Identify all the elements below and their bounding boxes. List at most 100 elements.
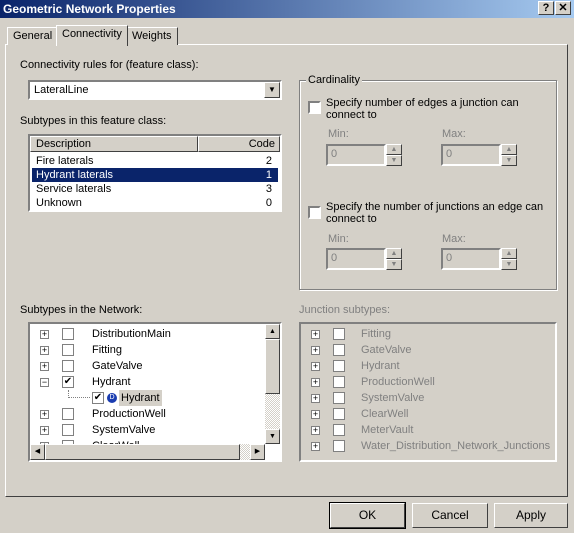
- junctions-min-input[interactable]: 0: [326, 248, 386, 270]
- tree-item-label: Fitting: [92, 344, 122, 356]
- tree-item[interactable]: ✔ D Hydrant: [30, 390, 265, 406]
- spin-down-icon[interactable]: ▼: [501, 259, 517, 270]
- tree-checkbox[interactable]: [333, 344, 345, 356]
- tree-checkbox[interactable]: [333, 328, 345, 340]
- scroll-up-icon[interactable]: ▲: [265, 324, 280, 339]
- expand-toggle-icon[interactable]: +: [40, 410, 49, 419]
- horizontal-scroll-thumb[interactable]: [45, 444, 240, 460]
- expand-toggle-icon[interactable]: +: [40, 362, 49, 371]
- tree-item[interactable]: + Fitting: [30, 342, 265, 358]
- expand-toggle-icon[interactable]: +: [311, 346, 320, 355]
- tree-checkbox[interactable]: [333, 424, 345, 436]
- edges-checkbox[interactable]: [308, 101, 321, 114]
- edges-min-label: Min:: [328, 128, 349, 140]
- spin-up-icon[interactable]: ▲: [386, 248, 402, 259]
- horizontal-scrollbar[interactable]: ◀ ▶: [30, 444, 265, 460]
- feature-class-dropdown[interactable]: LateralLine ▼: [28, 80, 282, 100]
- spin-up-icon[interactable]: ▲: [386, 144, 402, 155]
- expand-toggle-icon[interactable]: +: [311, 362, 320, 371]
- expand-toggle-icon[interactable]: +: [311, 378, 320, 387]
- edges-min-input[interactable]: 0: [326, 144, 386, 166]
- spin-up-icon[interactable]: ▲: [501, 248, 517, 259]
- tree-item[interactable]: + ProductionWell: [301, 374, 551, 390]
- tree-checkbox[interactable]: ✔: [92, 392, 104, 404]
- tree-checkbox[interactable]: [62, 360, 74, 372]
- tree-item[interactable]: + ClearWell: [301, 406, 551, 422]
- expand-toggle-icon[interactable]: +: [311, 410, 320, 419]
- tree-checkbox[interactable]: [333, 440, 345, 452]
- tree-connector: [68, 390, 90, 398]
- tree-item-label: Hydrant: [119, 390, 162, 406]
- expand-toggle-icon[interactable]: +: [311, 442, 320, 451]
- tree-checkbox[interactable]: [333, 408, 345, 420]
- list-item[interactable]: Unknown 0: [32, 196, 278, 210]
- tree-item[interactable]: + GateValve: [301, 342, 551, 358]
- spin-up-icon[interactable]: ▲: [501, 144, 517, 155]
- tree-checkbox[interactable]: [62, 424, 74, 436]
- tree-item[interactable]: + SystemValve: [30, 422, 265, 438]
- scroll-right-icon[interactable]: ▶: [250, 444, 265, 460]
- network-tree[interactable]: + DistributionMain + Fitting + GateValve − ✔ Hyd…: [28, 322, 282, 462]
- tree-item-label: DistributionMain: [92, 328, 171, 340]
- column-header-code[interactable]: Code: [198, 136, 280, 152]
- help-button[interactable]: ?: [538, 1, 554, 15]
- expand-toggle-icon[interactable]: +: [311, 426, 320, 435]
- expand-toggle-icon[interactable]: +: [311, 330, 320, 339]
- tree-checkbox[interactable]: [62, 344, 74, 356]
- ok-button[interactable]: OK: [329, 502, 406, 529]
- spin-down-icon[interactable]: ▼: [386, 155, 402, 166]
- spin-down-icon[interactable]: ▼: [386, 259, 402, 270]
- subtype-description: Fire laterals: [36, 155, 94, 167]
- tree-item[interactable]: + Water_Distribution_Network_Junctions: [301, 438, 551, 454]
- expand-toggle-icon[interactable]: −: [40, 378, 49, 387]
- junctions-checkbox[interactable]: [308, 206, 321, 219]
- tab-connectivity[interactable]: Connectivity: [56, 25, 128, 46]
- junction-tree[interactable]: + Fitting + GateValve + Hydrant + ProductionWel…: [299, 322, 557, 462]
- rules-label: Connectivity rules for (feature class):: [20, 59, 199, 71]
- edges-max-input[interactable]: 0: [441, 144, 501, 166]
- tree-item[interactable]: + Hydrant: [301, 358, 551, 374]
- spin-down-icon[interactable]: ▼: [501, 155, 517, 166]
- tree-item-label: GateValve: [92, 360, 143, 372]
- subtype-description: Hydrant laterals: [36, 169, 114, 181]
- tree-item[interactable]: + GateValve: [30, 358, 265, 374]
- tree-checkbox[interactable]: [333, 376, 345, 388]
- tree-checkbox[interactable]: ✔: [62, 376, 74, 388]
- expand-toggle-icon[interactable]: +: [40, 426, 49, 435]
- tree-item[interactable]: + MeterVault: [301, 422, 551, 438]
- expand-toggle-icon[interactable]: +: [40, 346, 49, 355]
- junctions-min-label: Min:: [328, 233, 349, 245]
- scroll-left-icon[interactable]: ◀: [30, 444, 45, 460]
- tree-item[interactable]: + SystemValve: [301, 390, 551, 406]
- list-item[interactable]: Service laterals 3: [32, 182, 278, 196]
- tree-item-label: MeterVault: [361, 424, 414, 436]
- vertical-scroll-thumb[interactable]: [265, 339, 280, 394]
- vertical-scrollbar[interactable]: ▲ ▼: [265, 324, 280, 444]
- tab-weights[interactable]: Weights: [126, 27, 178, 45]
- tab-general[interactable]: General: [7, 27, 59, 45]
- scroll-down-icon[interactable]: ▼: [265, 429, 280, 444]
- tree-checkbox[interactable]: [333, 360, 345, 372]
- apply-button[interactable]: Apply: [494, 503, 568, 528]
- tree-item[interactable]: + ProductionWell: [30, 406, 265, 422]
- edges-max-label: Max:: [442, 128, 466, 140]
- tree-item[interactable]: + Fitting: [301, 326, 551, 342]
- tree-checkbox[interactable]: [62, 408, 74, 420]
- expand-toggle-icon[interactable]: +: [40, 330, 49, 339]
- junctions-max-input[interactable]: 0: [441, 248, 501, 270]
- tree-checkbox[interactable]: [62, 328, 74, 340]
- tree-item[interactable]: − ✔ Hydrant: [30, 374, 265, 390]
- edges-checkbox-label: Specify number of edges a junction can c…: [326, 97, 519, 121]
- column-header-description[interactable]: Description: [30, 136, 198, 152]
- tree-item[interactable]: + DistributionMain: [30, 326, 265, 342]
- expand-toggle-icon[interactable]: +: [311, 394, 320, 403]
- close-button[interactable]: ✕: [555, 1, 571, 15]
- list-item[interactable]: Hydrant laterals 1: [31, 167, 279, 183]
- cancel-button[interactable]: Cancel: [412, 503, 488, 528]
- tree-item-label: Hydrant: [92, 376, 131, 388]
- subtypes-list[interactable]: Description Code Fire laterals 2 Hydrant …: [28, 134, 282, 212]
- tree-checkbox[interactable]: [333, 392, 345, 404]
- chevron-down-icon[interactable]: ▼: [264, 82, 280, 98]
- list-item[interactable]: Fire laterals 2: [32, 154, 278, 168]
- default-subtype-icon: D: [107, 393, 117, 403]
